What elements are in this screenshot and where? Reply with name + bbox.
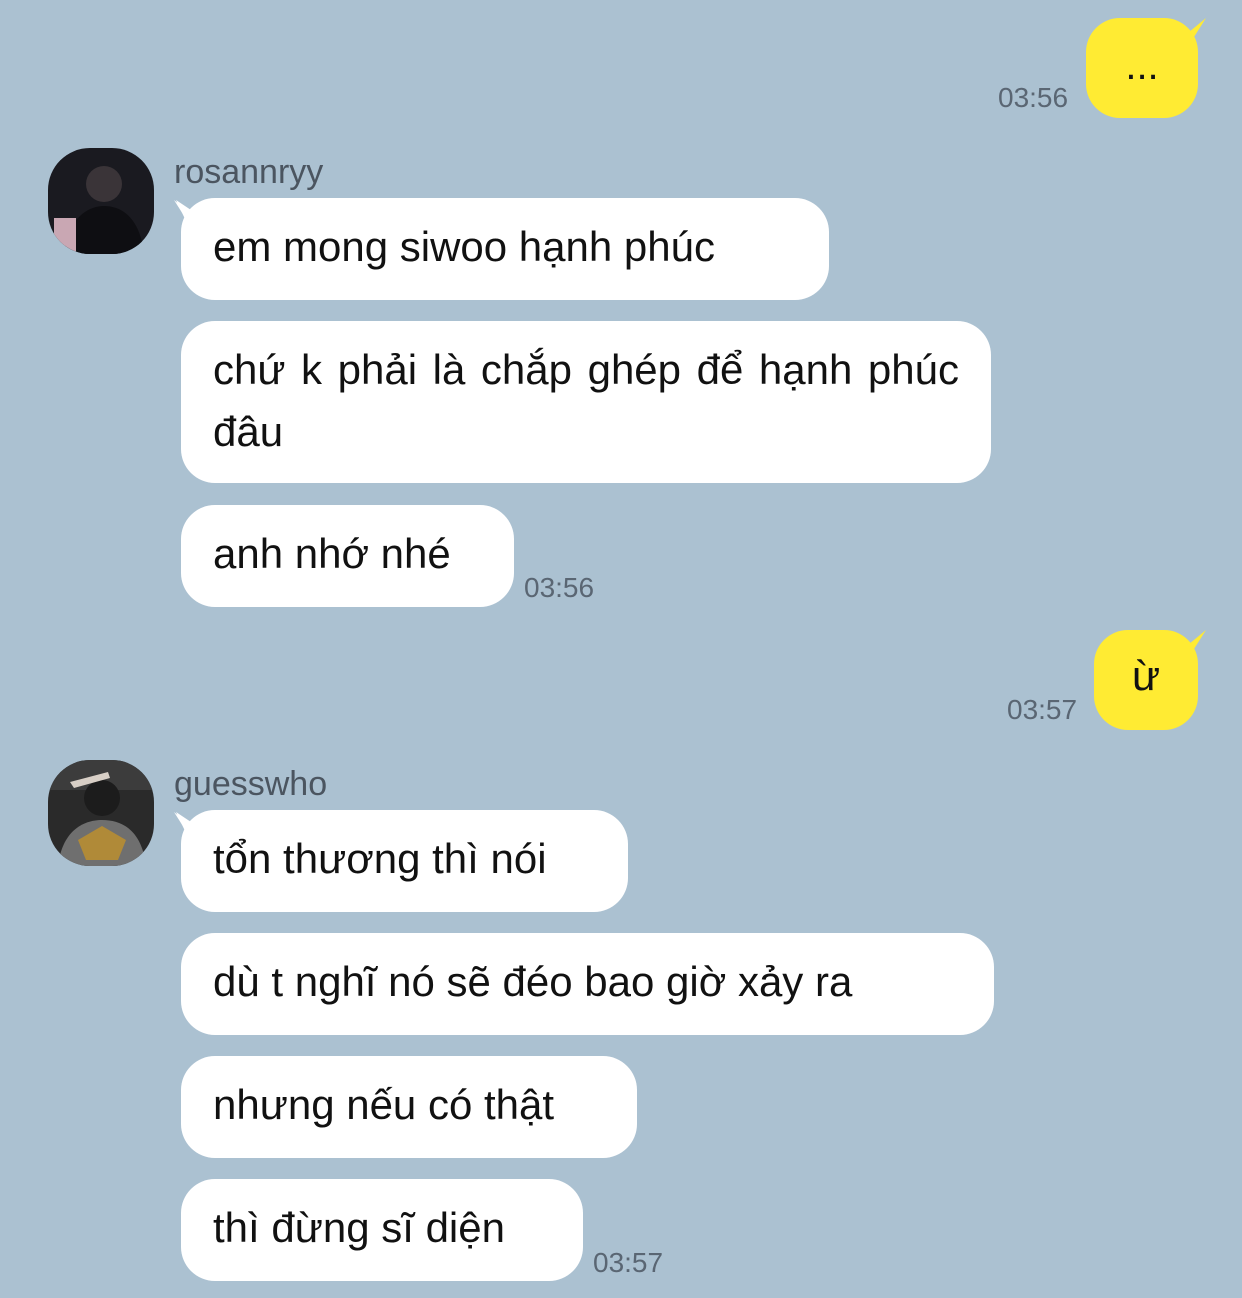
message-text: thì đừng sĩ diện: [213, 1204, 505, 1251]
incoming-message-bubble[interactable]: chứ k phải là chắp ghép để hạnh phúc đâu: [181, 321, 991, 483]
message-text: chứ k phải là chắp ghép để hạnh phúc đâu: [213, 346, 959, 455]
my-message-bubble[interactable]: ...: [1086, 18, 1198, 118]
incoming-message-bubble[interactable]: thì đừng sĩ diện: [181, 1179, 583, 1281]
incoming-message-bubble[interactable]: anh nhớ nhé: [181, 505, 514, 607]
message-timestamp: 03:57: [1007, 694, 1078, 725]
message-text: ...: [1125, 44, 1159, 88]
message-text: tổn thương thì nói: [213, 835, 547, 882]
message-timestamp: 03:57: [593, 1247, 664, 1278]
sender-name: rosannryy: [174, 153, 324, 191]
message-text: dù t nghĩ nó sẽ đéo bao giờ xảy ra: [213, 958, 853, 1005]
message-timestamp: 03:56: [998, 82, 1069, 113]
incoming-message-bubble[interactable]: nhưng nếu có thật: [181, 1056, 637, 1158]
incoming-message-bubble[interactable]: tổn thương thì nói: [181, 810, 628, 912]
message-timestamp: 03:56: [524, 572, 595, 603]
sender-name: guesswho: [174, 765, 328, 803]
incoming-message-bubble[interactable]: em mong siwoo hạnh phúc: [181, 198, 829, 300]
message-text: nhưng nếu có thật: [213, 1081, 555, 1128]
message-text: ừ: [1131, 652, 1161, 699]
user-avatar-icon[interactable]: [48, 760, 154, 866]
user-avatar-icon[interactable]: [48, 148, 154, 254]
incoming-message-bubble[interactable]: dù t nghĩ nó sẽ đéo bao giờ xảy ra: [181, 933, 994, 1035]
my-message-bubble[interactable]: ừ: [1094, 630, 1198, 730]
message-text: em mong siwoo hạnh phúc: [213, 223, 715, 270]
message-text: anh nhớ nhé: [213, 530, 451, 577]
